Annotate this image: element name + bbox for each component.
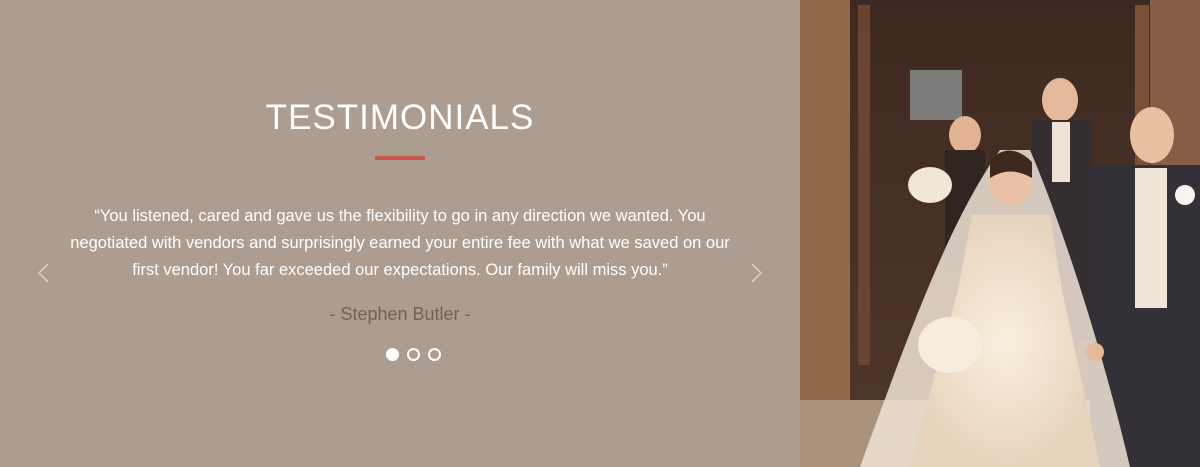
section-title: TESTIMONIALS <box>265 98 535 137</box>
testimonial-author: - Stephen Butler - <box>329 304 471 324</box>
wedding-photo-image <box>800 0 1200 467</box>
chevron-left-icon <box>37 263 49 283</box>
next-slide-button[interactable] <box>745 262 767 284</box>
slide-dot-1[interactable] <box>386 348 399 361</box>
slider-pagination <box>386 348 441 361</box>
slide-dot-3[interactable] <box>428 348 441 361</box>
testimonial-quote: “You listened, cared and gave us the fle… <box>70 207 730 279</box>
slide-dot-2[interactable] <box>407 348 420 361</box>
testimonials-section: TESTIMONIALS “You listened, cared and ga… <box>0 0 1200 467</box>
chevron-right-icon <box>751 263 763 283</box>
title-divider <box>375 156 425 160</box>
wedding-couple-photo <box>800 0 1200 467</box>
prev-slide-button[interactable] <box>33 262 55 284</box>
testimonials-panel: TESTIMONIALS “You listened, cared and ga… <box>0 0 800 467</box>
